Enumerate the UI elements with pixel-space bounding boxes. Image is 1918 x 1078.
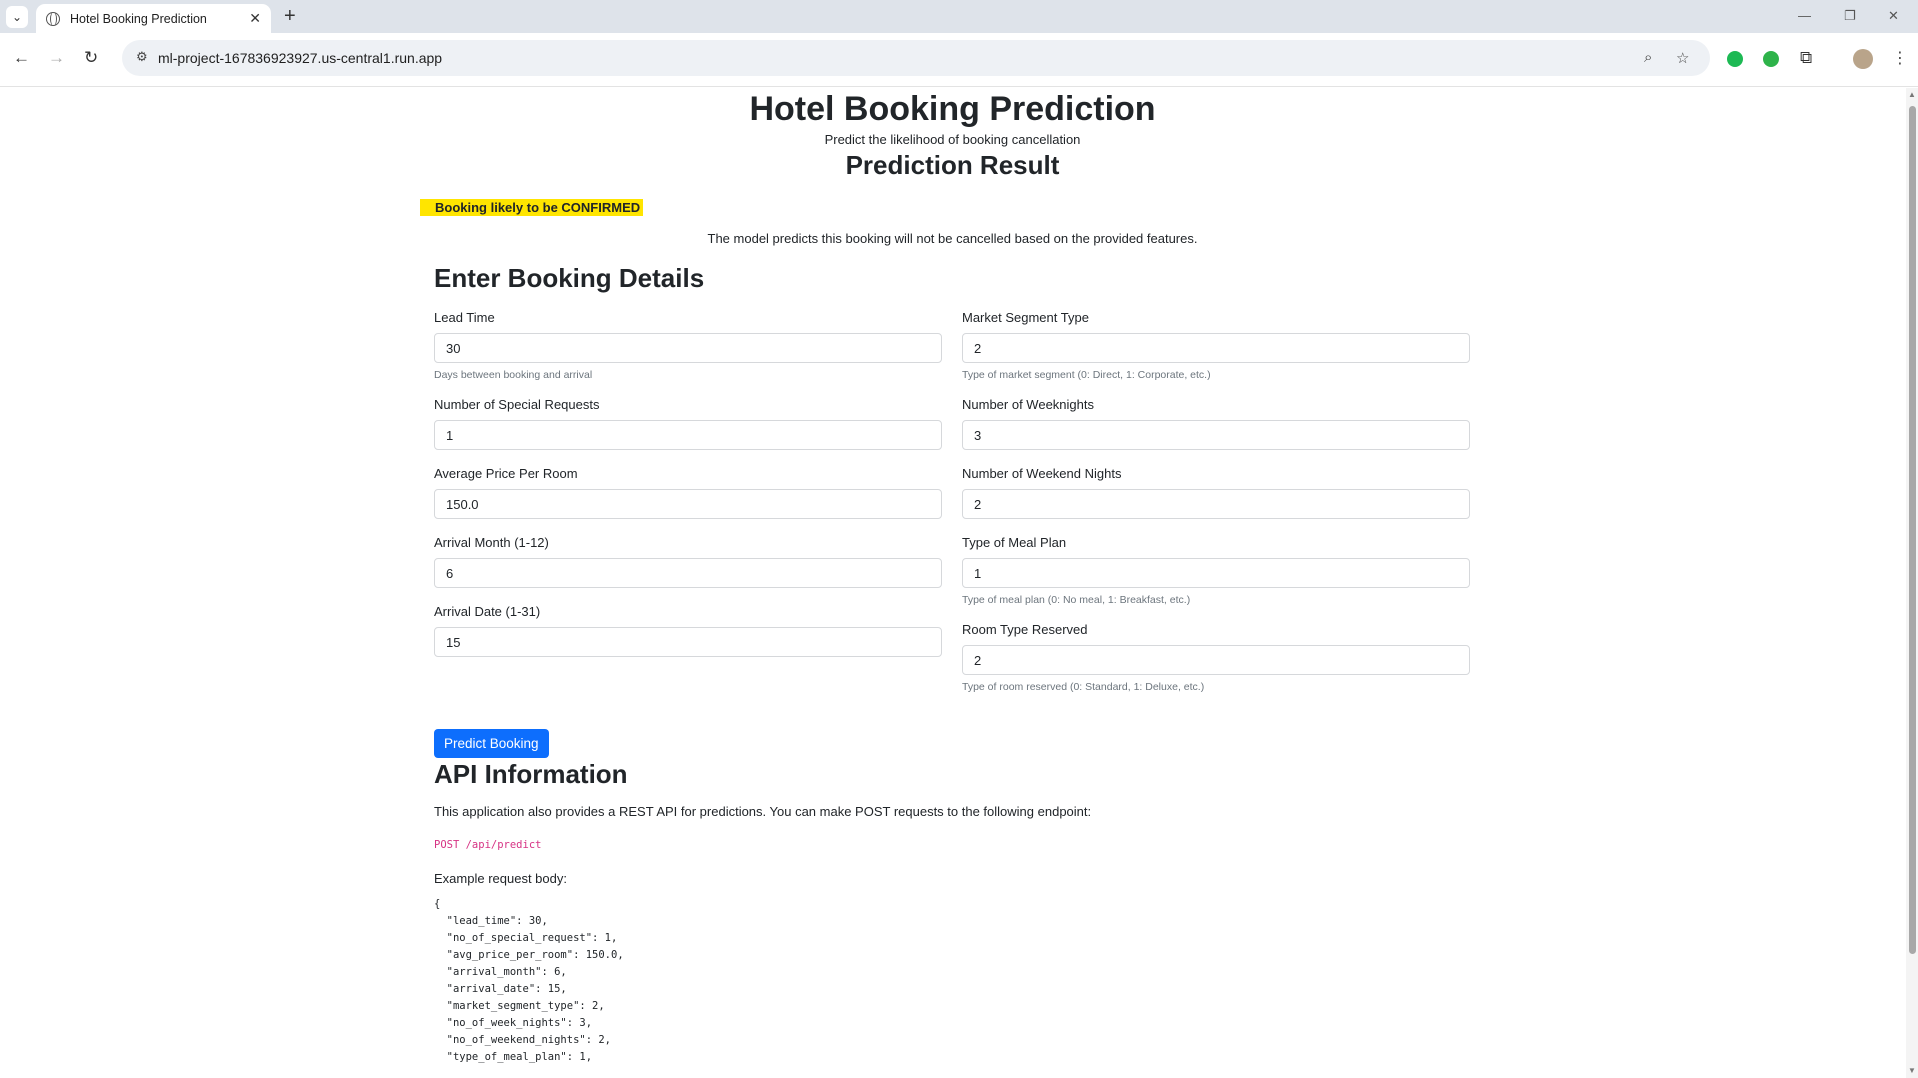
bookmark-star-icon[interactable]: ☆ — [1676, 49, 1689, 67]
restore-icon[interactable]: ❐ — [1844, 8, 1856, 24]
form-title: Enter Booking Details — [434, 263, 705, 293]
api-description: This application also provides a REST AP… — [434, 804, 1092, 819]
predict-booking-button[interactable]: Predict Booking — [434, 729, 549, 758]
minimize-icon[interactable]: — — [1798, 8, 1811, 23]
arrival-date-input[interactable] — [434, 627, 942, 657]
menu-kebab-icon[interactable]: ⋮ — [1892, 48, 1908, 68]
close-icon[interactable]: ✕ — [249, 10, 261, 27]
site-info-icon[interactable]: ⚙ — [136, 49, 148, 65]
address-bar[interactable]: ⚙ ml-project-167836923927.us-central1.ru… — [122, 40, 1710, 76]
api-endpoint: POST /api/predict — [434, 839, 542, 851]
result-badge: Booking likely to be CONFIRMED — [420, 199, 644, 216]
page-title: Hotel Booking Prediction — [749, 90, 1156, 128]
page-scrollbar[interactable]: ▲ ▼ — [1906, 88, 1918, 1078]
forward-icon[interactable]: → — [48, 48, 65, 68]
example-request-body: { "lead_time": 30, "no_of_special_reques… — [434, 898, 624, 1063]
back-icon[interactable]: ← — [13, 48, 30, 68]
lead-time-label: Lead Time — [434, 310, 495, 325]
zoom-icon[interactable]: ⌕ — [1644, 49, 1652, 66]
meal-plan-help: Type of meal plan (0: No meal, 1: Breakf… — [962, 594, 1191, 606]
week-nights-label: Number of Weeknights — [962, 397, 1094, 412]
special-requests-label: Number of Special Requests — [434, 397, 600, 412]
scroll-down-icon[interactable]: ▼ — [1908, 1066, 1916, 1075]
arrival-month-label: Arrival Month (1-12) — [434, 535, 549, 550]
example-label: Example request body: — [434, 871, 567, 886]
globe-icon — [46, 11, 60, 26]
reload-icon[interactable]: ↻ — [84, 48, 98, 68]
scroll-thumb[interactable] — [1909, 106, 1916, 954]
result-description: The model predicts this booking will not… — [707, 231, 1198, 246]
page-subtitle: Predict the likelihood of booking cancel… — [824, 132, 1081, 147]
api-title: API Information — [434, 759, 628, 789]
extension-green-icon[interactable] — [1727, 51, 1743, 67]
new-tab-icon[interactable]: + — [284, 6, 296, 26]
extensions-puzzle-icon[interactable]: ⧉ — [1800, 48, 1812, 68]
market-segment-help: Type of market segment (0: Direct, 1: Co… — [962, 369, 1211, 381]
browser-tab[interactable]: Hotel Booking Prediction ✕ — [36, 4, 271, 33]
tab-search-icon[interactable]: ⌄ — [6, 6, 28, 28]
page-content: Hotel Booking Prediction Predict the lik… — [0, 88, 1906, 1078]
main-container: Hotel Booking Prediction Predict the lik… — [420, 88, 1485, 1066]
window-close-icon[interactable]: ✕ — [1888, 8, 1899, 24]
url-text[interactable]: ml-project-167836923927.us-central1.run.… — [158, 50, 442, 66]
browser-toolbar: ← → ↻ ⚙ ml-project-167836923927.us-centr… — [0, 33, 1918, 87]
room-type-input[interactable] — [962, 645, 1470, 675]
extension-m-icon[interactable] — [1763, 51, 1779, 67]
market-segment-label: Market Segment Type — [962, 310, 1089, 325]
lead-time-input[interactable] — [434, 333, 942, 363]
avg-price-input[interactable] — [434, 489, 942, 519]
form-left-column: Lead Time Days between booking and arriv… — [434, 310, 942, 709]
form-right-column: Market Segment Type Type of market segme… — [962, 310, 1470, 709]
room-type-label: Room Type Reserved — [962, 622, 1088, 637]
special-requests-input[interactable] — [434, 420, 942, 450]
browser-tab-bar: ⌄ Hotel Booking Prediction ✕ + — ❐ ✕ — [0, 0, 1918, 33]
week-nights-input[interactable] — [962, 420, 1470, 450]
lead-time-help: Days between booking and arrival — [434, 369, 593, 381]
profile-avatar[interactable] — [1853, 49, 1873, 69]
avg-price-label: Average Price Per Room — [434, 466, 578, 481]
arrival-date-label: Arrival Date (1-31) — [434, 604, 541, 619]
result-title: Prediction Result — [845, 150, 1060, 180]
meal-plan-label: Type of Meal Plan — [962, 535, 1067, 550]
tab-title: Hotel Booking Prediction — [70, 11, 207, 26]
market-segment-input[interactable] — [962, 333, 1470, 363]
room-type-help: Type of room reserved (0: Standard, 1: D… — [962, 681, 1205, 693]
weekend-nights-label: Number of Weekend Nights — [962, 466, 1122, 481]
scroll-up-icon[interactable]: ▲ — [1908, 90, 1916, 99]
booking-form: Enter Booking Details Lead Time Days bet… — [420, 262, 1485, 1066]
weekend-nights-input[interactable] — [962, 489, 1470, 519]
arrival-month-input[interactable] — [434, 558, 942, 588]
meal-plan-input[interactable] — [962, 558, 1470, 588]
